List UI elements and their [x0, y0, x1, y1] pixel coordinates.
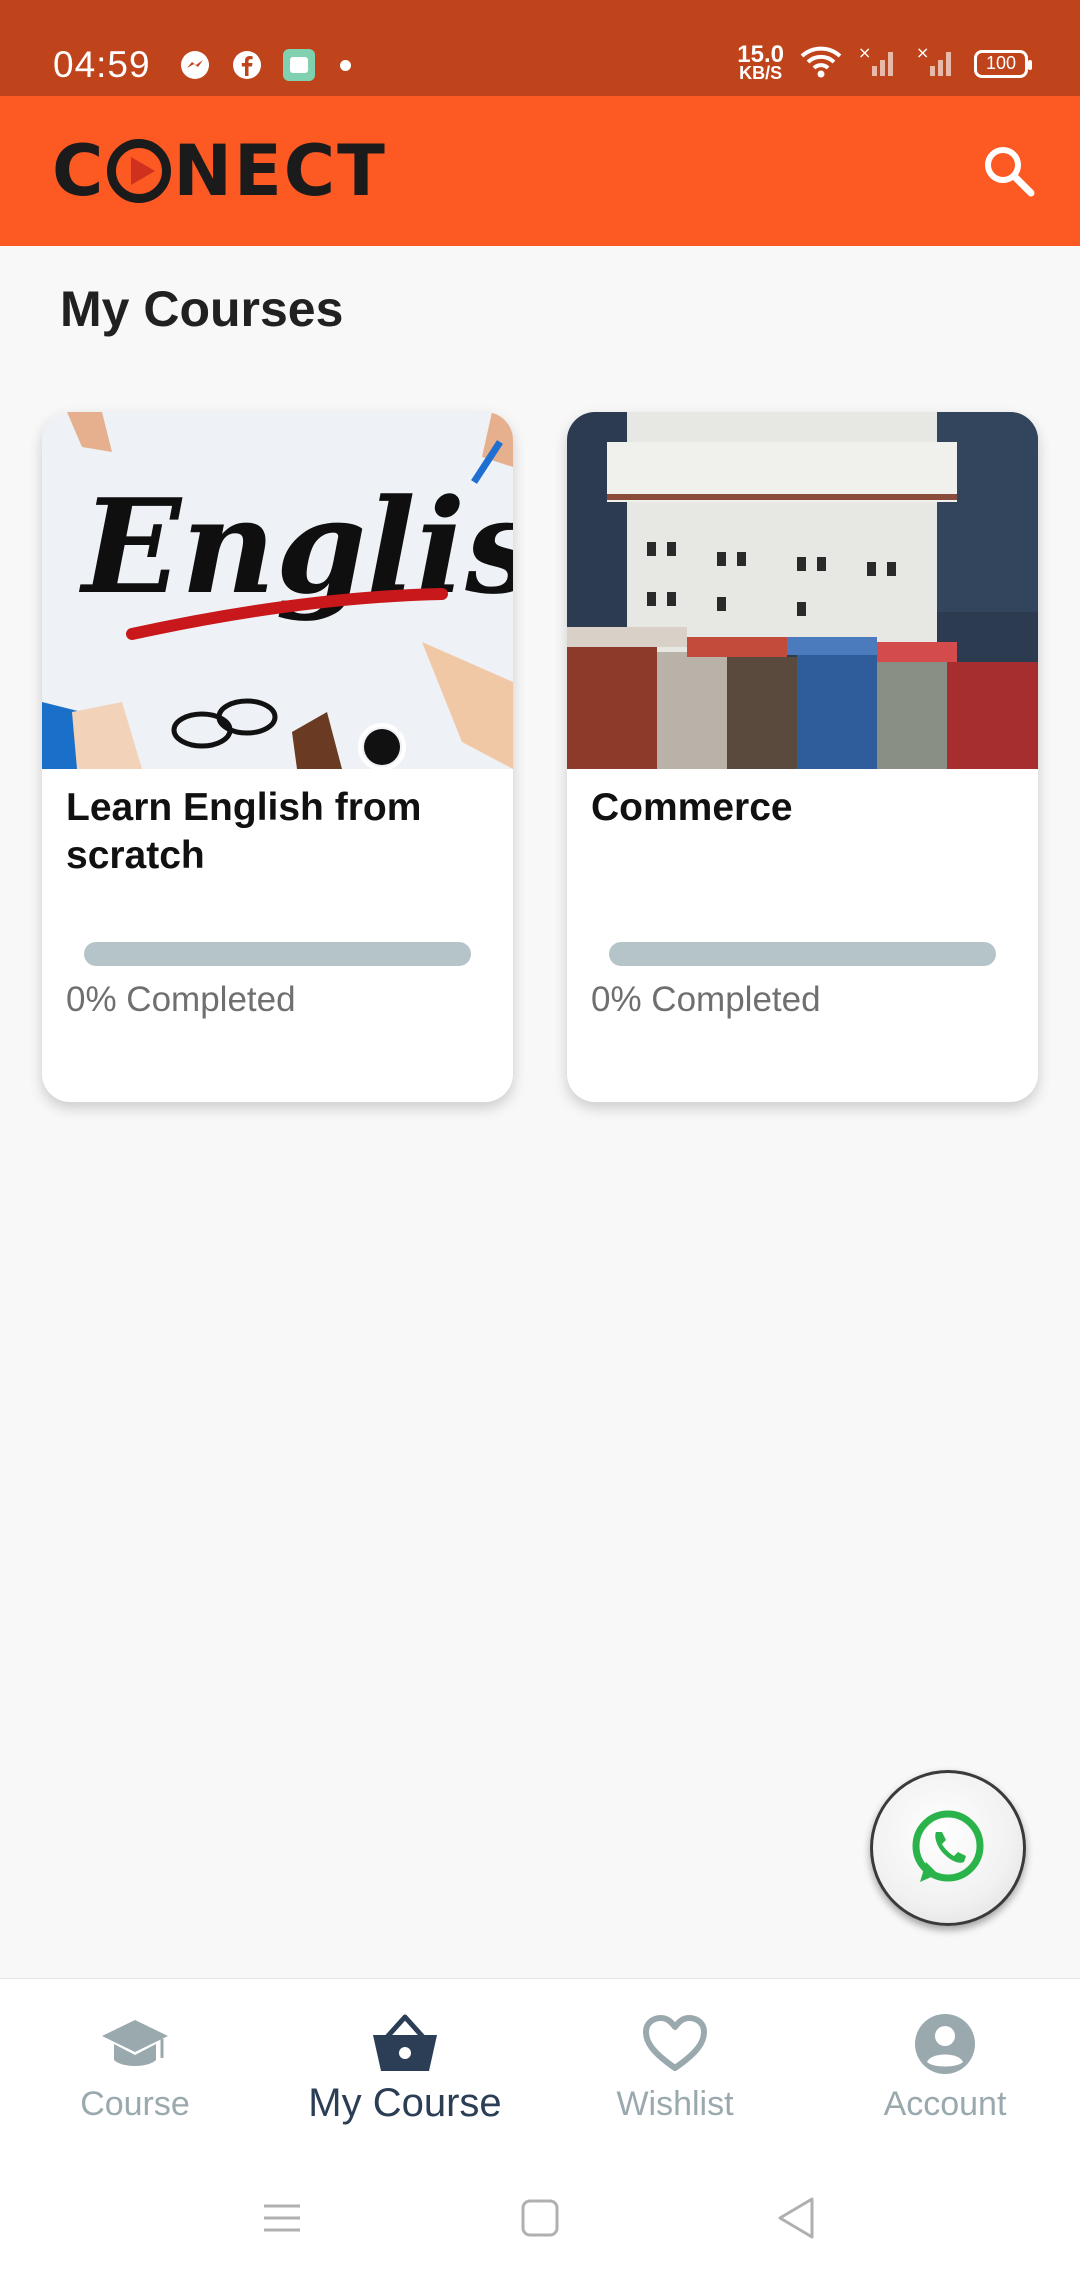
course-card[interactable]: English Learn English from scratch 0% Co…: [42, 412, 513, 1102]
whatsapp-icon: [912, 1810, 984, 1882]
course-card[interactable]: Commerce 0% Completed: [567, 412, 1038, 1102]
nav-label: Account: [883, 2085, 1007, 2123]
course-progress-bar: [84, 942, 471, 966]
wifi-icon: [800, 44, 842, 83]
nav-item-course[interactable]: Course: [0, 1979, 270, 2149]
facebook-icon: [230, 48, 264, 82]
home-icon: [521, 2199, 559, 2237]
account-icon: [913, 2011, 977, 2077]
graduation-cap-icon: [100, 2011, 170, 2077]
whatsapp-button[interactable]: [870, 1770, 1026, 1926]
menu-button[interactable]: [252, 2188, 312, 2248]
svg-text:×: ×: [916, 44, 929, 62]
svg-text:×: ×: [858, 44, 871, 62]
messenger-icon: [178, 48, 212, 82]
nav-item-my-course[interactable]: My Course: [270, 1979, 540, 2149]
nav-label: My Course: [308, 2081, 502, 2125]
course-progress-bar: [609, 942, 996, 966]
page-title: My Courses: [60, 281, 344, 337]
course-thumbnail-commerce: [567, 412, 1038, 769]
menu-icon: [264, 2204, 300, 2232]
nav-item-wishlist[interactable]: Wishlist: [540, 1979, 810, 2149]
nav-label: Wishlist: [616, 2085, 734, 2123]
course-thumbnail-english: English: [42, 412, 513, 769]
signal-icon: ×: [858, 43, 900, 83]
notification-icons: [178, 48, 351, 82]
play-icon: [107, 139, 172, 203]
battery-icon: 100: [974, 49, 1032, 78]
search-button[interactable]: [978, 140, 1040, 202]
heart-icon: [642, 2011, 708, 2077]
app-bar: C NECT: [0, 96, 1080, 246]
back-icon: [778, 2197, 814, 2239]
status-indicators: 15.0 KB/S × × 100: [737, 40, 1032, 83]
status-time: 04:59: [53, 44, 151, 85]
battery-level: 100: [985, 53, 1017, 73]
nav-item-account[interactable]: Account: [810, 1979, 1080, 2149]
bottom-navigation: Course My Course Wishlist Account: [0, 1978, 1080, 2148]
signal-icon: ×: [916, 43, 958, 83]
logo-text-start: C: [52, 130, 106, 212]
course-title: Commerce: [591, 786, 793, 829]
progress-label: 0% Completed: [66, 980, 296, 1019]
progress-label: 0% Completed: [591, 980, 821, 1019]
net-speed: 15.0 KB/S: [737, 40, 784, 83]
app-logo: C NECT: [52, 130, 387, 212]
nav-label: Course: [80, 2085, 190, 2123]
more-notifications-dot: [340, 59, 351, 71]
system-navigation-bar: [0, 2148, 1080, 2280]
home-button[interactable]: [510, 2188, 570, 2248]
search-icon: [985, 147, 1035, 197]
status-bar: 04:59 15.0 KB/S × × 100: [0, 0, 1080, 96]
course-title: Learn English from scratch: [66, 786, 422, 877]
basket-icon: [371, 2011, 439, 2077]
back-button[interactable]: [766, 2188, 826, 2248]
logo-text-end: NECT: [173, 130, 387, 212]
app-icon: [282, 48, 316, 82]
